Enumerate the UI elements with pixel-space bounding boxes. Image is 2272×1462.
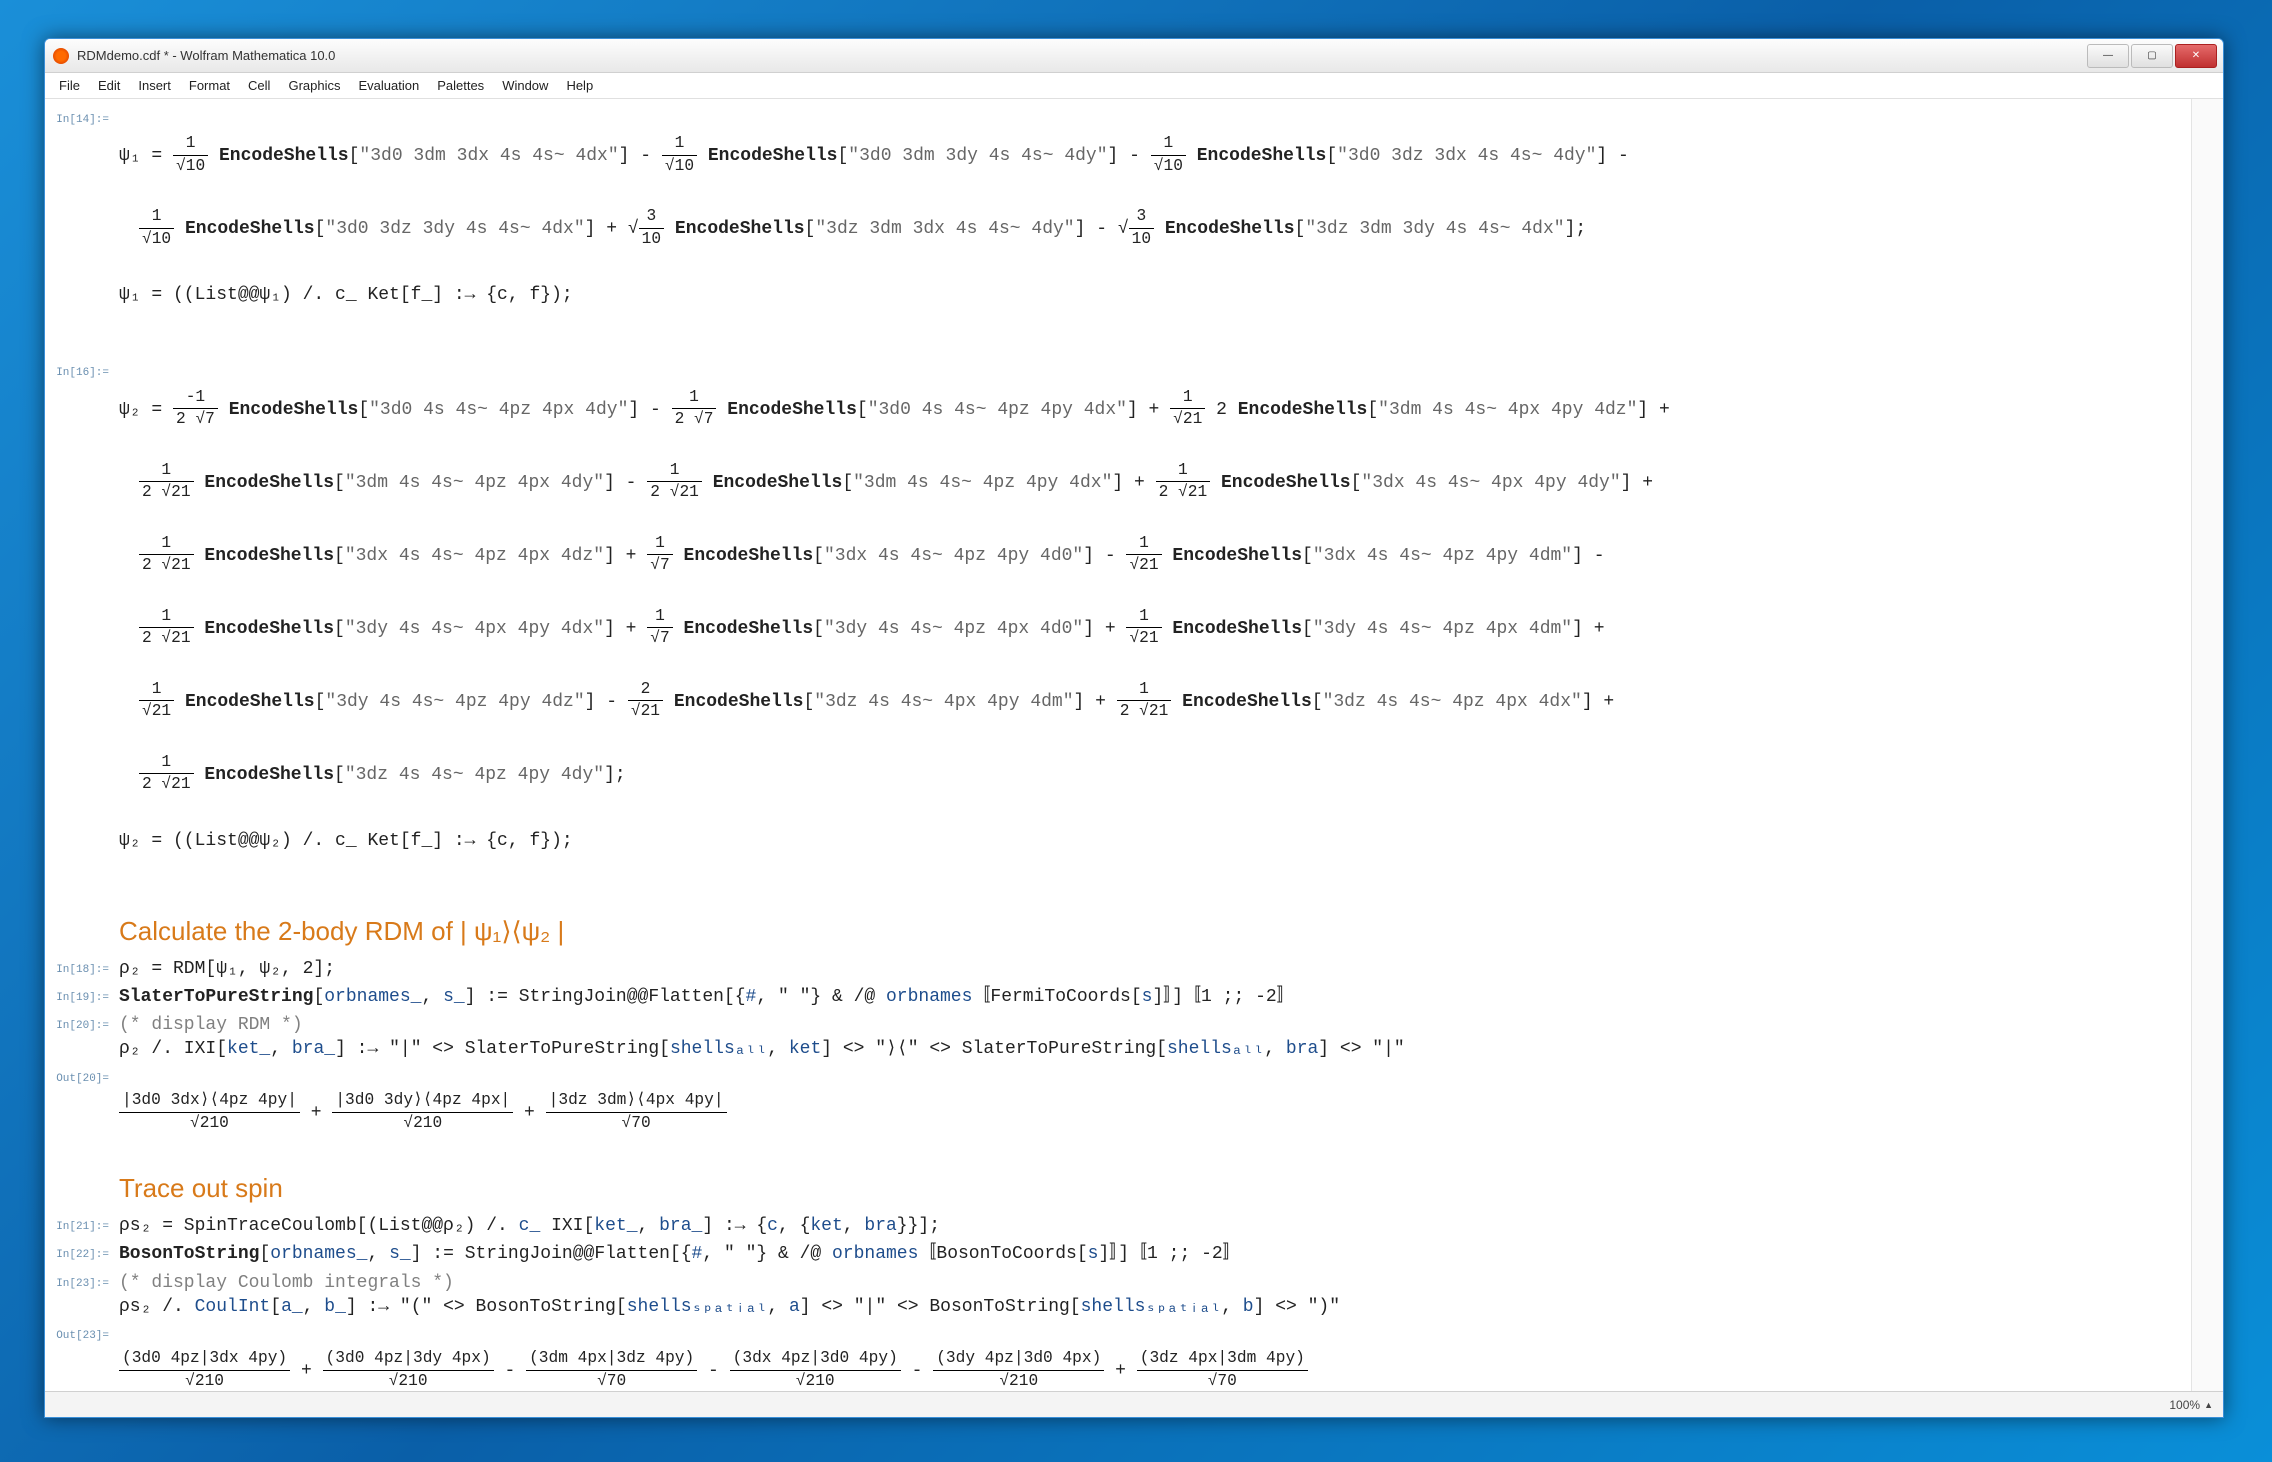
cell-body[interactable]: ψ₂ = -12 √7 EncodeShells["3d0 4s 4s~ 4pz… <box>119 360 2213 901</box>
cell-body[interactable]: ρs₂ = SpinTraceCoulomb[(List@@ρ₂) /. c_ … <box>119 1214 2213 1238</box>
window-controls: — ▢ ✕ <box>2087 44 2217 68</box>
menu-insert[interactable]: Insert <box>130 76 179 95</box>
cell-label: In[23]:= <box>49 1271 119 1320</box>
cell-body[interactable]: (* display RDM *) ρ₂ /. IXI[ket_, bra_] … <box>119 1013 2213 1062</box>
input-cell[interactable]: In[22]:= BosonToString[orbnames_, s_] :=… <box>49 1242 2213 1266</box>
cell-body: |3d0 3dx⟩⟨4pz 4py|√210 + |3d0 3dy⟩⟨4pz 4… <box>119 1066 2213 1159</box>
menu-file[interactable]: File <box>51 76 88 95</box>
input-cell[interactable]: In[19]:= SlaterToPureString[orbnames_, s… <box>49 985 2213 1009</box>
menubar: File Edit Insert Format Cell Graphics Ev… <box>45 73 2223 99</box>
titlebar[interactable]: RDMdemo.cdf * - Wolfram Mathematica 10.0… <box>45 39 2223 73</box>
input-cell[interactable]: In[16]:= ψ₂ = -12 √7 EncodeShells["3d0 4… <box>49 360 2213 901</box>
section-heading-trace: Trace out spin <box>119 1171 2213 1206</box>
minimize-button[interactable]: — <box>2087 44 2129 68</box>
application-window: RDMdemo.cdf * - Wolfram Mathematica 10.0… <box>44 38 2224 1418</box>
cell-body[interactable]: (* display Coulomb integrals *) ρs₂ /. C… <box>119 1271 2213 1320</box>
input-cell[interactable]: In[21]:= ρs₂ = SpinTraceCoulomb[(List@@ρ… <box>49 1214 2213 1238</box>
cell-body[interactable]: ρ₂ = RDM[ψ₁, ψ₂, 2]; <box>119 957 2213 981</box>
menu-edit[interactable]: Edit <box>90 76 128 95</box>
notebook[interactable]: In[14]:= ψ₁ = 1√10 EncodeShells["3d0 3dm… <box>45 99 2223 1391</box>
menu-window[interactable]: Window <box>494 76 556 95</box>
mathematica-icon <box>53 48 69 64</box>
maximize-button[interactable]: ▢ <box>2131 44 2173 68</box>
menu-help[interactable]: Help <box>558 76 601 95</box>
input-cell[interactable]: In[23]:= (* display Coulomb integrals *)… <box>49 1271 2213 1320</box>
cell-body[interactable]: SlaterToPureString[orbnames_, s_] := Str… <box>119 985 2213 1009</box>
menu-cell[interactable]: Cell <box>240 76 278 95</box>
cell-body: (3d0 4pz|3dx 4py)√210 + (3d0 4pz|3dy 4px… <box>119 1323 2213 1391</box>
cell-label: Out[20]= <box>49 1066 119 1159</box>
menu-evaluation[interactable]: Evaluation <box>350 76 427 95</box>
window-title: RDMdemo.cdf * - Wolfram Mathematica 10.0 <box>77 48 2087 63</box>
cell-label: In[19]:= <box>49 985 119 1009</box>
cell-body[interactable]: BosonToString[orbnames_, s_] := StringJo… <box>119 1242 2213 1266</box>
cell-label: In[18]:= <box>49 957 119 981</box>
output-cell[interactable]: Out[23]= (3d0 4pz|3dx 4py)√210 + (3d0 4p… <box>49 1323 2213 1391</box>
cell-label: In[22]:= <box>49 1242 119 1266</box>
input-cell[interactable]: In[18]:= ρ₂ = RDM[ψ₁, ψ₂, 2]; <box>49 957 2213 981</box>
menu-graphics[interactable]: Graphics <box>280 76 348 95</box>
section-heading-rdm: Calculate the 2-body RDM of | ψ₁⟩⟨ψ₂ | <box>119 914 2213 949</box>
output-cell[interactable]: Out[20]= |3d0 3dx⟩⟨4pz 4py|√210 + |3d0 3… <box>49 1066 2213 1159</box>
menu-palettes[interactable]: Palettes <box>429 76 492 95</box>
zoom-arrow-icon[interactable]: ▲ <box>2204 1400 2213 1410</box>
cell-label: Out[23]= <box>49 1323 119 1391</box>
input-cell[interactable]: In[20]:= (* display RDM *) ρ₂ /. IXI[ket… <box>49 1013 2213 1062</box>
notebook-area: In[14]:= ψ₁ = 1√10 EncodeShells["3d0 3dm… <box>45 99 2223 1391</box>
statusbar: 100% ▲ <box>45 1391 2223 1417</box>
zoom-level[interactable]: 100% <box>2169 1398 2200 1412</box>
cell-label: In[20]:= <box>49 1013 119 1062</box>
menu-format[interactable]: Format <box>181 76 238 95</box>
cell-label: In[21]:= <box>49 1214 119 1238</box>
cell-label: In[14]:= <box>49 107 119 356</box>
cell-body[interactable]: ψ₁ = 1√10 EncodeShells["3d0 3dm 3dx 4s 4… <box>119 107 2213 356</box>
cell-label: In[16]:= <box>49 360 119 901</box>
input-cell[interactable]: In[14]:= ψ₁ = 1√10 EncodeShells["3d0 3dm… <box>49 107 2213 356</box>
close-button[interactable]: ✕ <box>2175 44 2217 68</box>
cell-bracket-gutter[interactable] <box>2191 99 2223 1391</box>
